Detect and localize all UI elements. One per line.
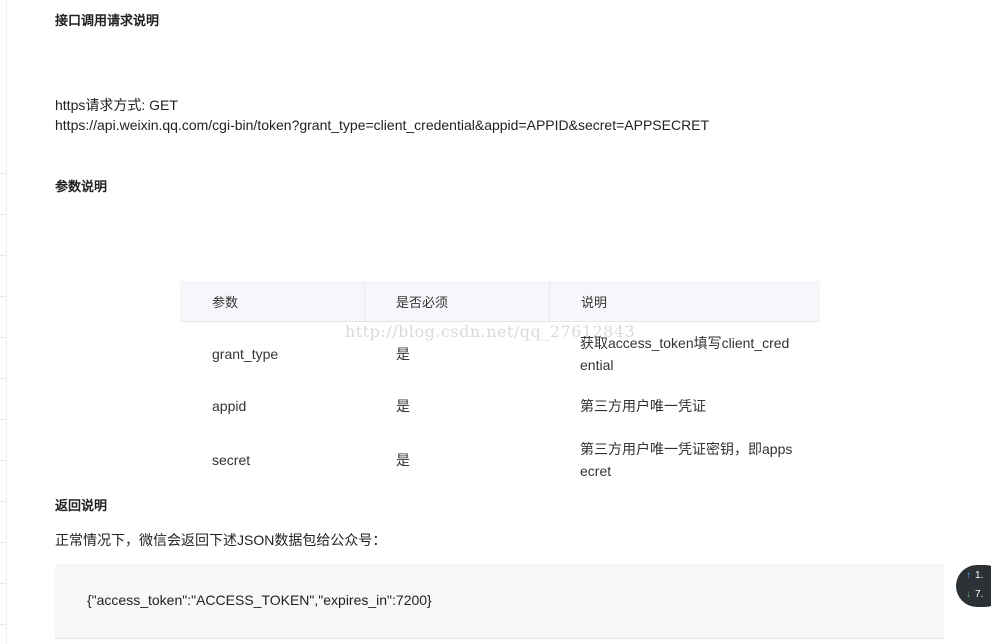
- param-required: 是: [396, 346, 410, 362]
- param-name: appid: [212, 398, 247, 414]
- table-row: secret 是 第三方用户唯一凭证密钥，即appsecret: [180, 438, 820, 483]
- rail-divider: [0, 583, 6, 584]
- left-rail: [0, 0, 7, 644]
- json-code-block: {"access_token":"ACCESS_TOKEN","expires_…: [55, 564, 944, 639]
- rail-divider: [0, 214, 6, 215]
- download-speed: ↓ 7.: [966, 589, 983, 600]
- param-name: secret: [212, 452, 251, 468]
- params-table: 参数 是否必须 说明 grant_type 是 获取access_token填写…: [180, 281, 820, 479]
- arrow-up-icon: ↑: [966, 570, 971, 581]
- param-description: 第三方用户唯一凭证密钥，即appsecret: [580, 441, 793, 479]
- rail-divider: [0, 173, 6, 174]
- heading-api-call: 接口调用请求说明: [55, 13, 160, 28]
- download-speed-value: 7.: [975, 589, 984, 600]
- request-method: https请求方式: GET: [55, 97, 178, 113]
- rail-divider: [0, 419, 6, 420]
- rail-divider: [0, 460, 6, 461]
- rail-divider: [0, 337, 6, 338]
- network-speed-widget[interactable]: ↑ 1. ↓ 7.: [956, 565, 991, 607]
- heading-params: 参数说明: [55, 179, 108, 194]
- rail-divider: [0, 501, 6, 502]
- arrow-down-icon: ↓: [966, 589, 971, 600]
- upload-speed: ↑ 1.: [966, 570, 983, 581]
- table-row: appid 是 第三方用户唯一凭证: [180, 395, 820, 419]
- rail-divider: [0, 378, 6, 379]
- rail-divider: [0, 542, 6, 543]
- heading-return: 返回说明: [55, 498, 108, 513]
- table-header: 参数 是否必须 说明: [180, 281, 820, 322]
- header-required: 是否必须: [365, 281, 550, 321]
- param-required: 是: [396, 452, 410, 468]
- json-sample: {"access_token":"ACCESS_TOKEN","expires_…: [87, 592, 432, 608]
- request-url: https://api.weixin.qq.com/cgi-bin/token?…: [55, 117, 710, 133]
- header-description: 说明: [581, 294, 608, 310]
- header-param: 参数: [180, 281, 365, 321]
- upload-speed-value: 1.: [975, 570, 984, 581]
- param-description: 第三方用户唯一凭证: [580, 398, 706, 414]
- return-description: 正常情况下，微信会返回下述JSON数据包给公众号：: [55, 532, 387, 548]
- param-name: grant_type: [212, 346, 279, 362]
- rail-divider: [0, 624, 6, 625]
- param-required: 是: [396, 398, 410, 414]
- rail-divider: [0, 255, 6, 256]
- rail-divider: [0, 296, 6, 297]
- blog-watermark: http://blog.csdn.net/qq_27612843: [345, 322, 636, 341]
